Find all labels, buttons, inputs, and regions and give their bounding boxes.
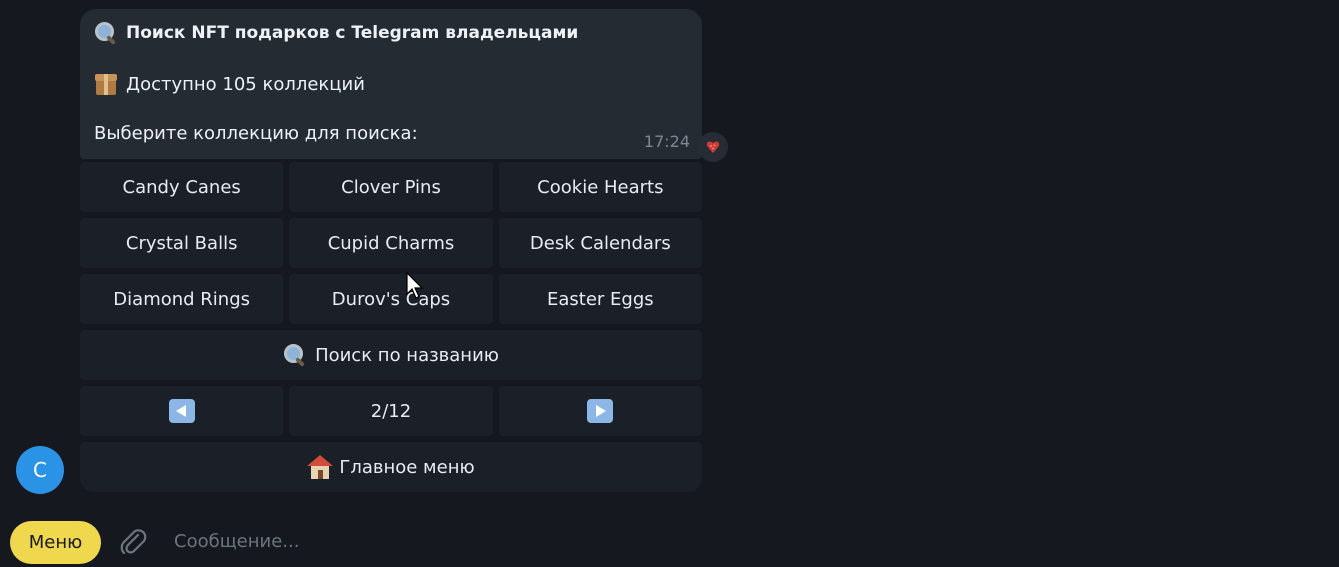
- main-menu-label: Главное меню: [339, 456, 475, 478]
- message-composer: Меню: [0, 514, 1339, 567]
- paperclip-icon[interactable]: [118, 526, 148, 558]
- collection-button-clover-pins[interactable]: Clover Pins: [289, 162, 493, 212]
- collection-button-diamond-rings[interactable]: Diamond Rings: [80, 274, 284, 324]
- collection-button-desk-calendars[interactable]: Desk Calendars: [498, 218, 702, 268]
- avatar[interactable]: C: [16, 446, 64, 494]
- message-choose: Выберите коллекцию для поиска:: [94, 123, 418, 144]
- collection-button-cupid-charms[interactable]: Cupid Charms: [289, 218, 493, 268]
- magnifier-icon: [94, 21, 120, 45]
- collection-button-durovs-caps[interactable]: Durov's Caps: [289, 274, 493, 324]
- message-title-text: Поиск NFT подарков с Telegram владельцам…: [126, 23, 579, 43]
- right-arrow-icon: [587, 399, 614, 423]
- collection-button-crystal-balls[interactable]: Crystal Balls: [80, 218, 284, 268]
- keyboard-row: Поиск по названию: [80, 330, 702, 380]
- main-menu-button[interactable]: Главное меню: [80, 442, 702, 492]
- keyboard-row: Diamond Rings Durov's Caps Easter Eggs: [80, 274, 702, 324]
- keyboard-row: Candy Canes Clover Pins Cookie Hearts: [80, 162, 702, 212]
- message-input[interactable]: [164, 523, 1284, 559]
- menu-button[interactable]: Меню: [10, 521, 101, 564]
- strawberry-heart-icon: [706, 141, 720, 153]
- search-by-name-button[interactable]: Поиск по названию: [80, 330, 702, 380]
- collection-button-cookie-hearts[interactable]: Cookie Hearts: [498, 162, 702, 212]
- message-title: Поиск NFT подарков с Telegram владельцам…: [94, 21, 578, 45]
- message-time: 17:24: [643, 132, 690, 151]
- collection-button-candy-canes[interactable]: Candy Canes: [80, 162, 284, 212]
- mouse-cursor-icon: [406, 272, 424, 299]
- inline-keyboard: Candy Canes Clover Pins Cookie Hearts Cr…: [80, 162, 702, 498]
- collection-button-easter-eggs[interactable]: Easter Eggs: [498, 274, 702, 324]
- message-available: Доступно 105 коллекций: [94, 72, 365, 96]
- keyboard-row: Crystal Balls Cupid Charms Desk Calendar…: [80, 218, 702, 268]
- message-choose-text: Выберите коллекцию для поиска:: [94, 123, 418, 144]
- left-arrow-icon: [168, 399, 195, 423]
- keyboard-row: Главное меню: [80, 442, 702, 492]
- house-icon: [307, 455, 334, 479]
- prev-page-button[interactable]: [80, 386, 284, 436]
- message-reaction[interactable]: [698, 132, 728, 162]
- bot-message-bubble: Поиск NFT подарков с Telegram владельцам…: [80, 9, 702, 159]
- search-by-name-label: Поиск по названию: [315, 344, 499, 366]
- message-available-text: Доступно 105 коллекций: [126, 73, 365, 95]
- keyboard-row: 2/12: [80, 386, 702, 436]
- page-indicator-button[interactable]: 2/12: [289, 386, 493, 436]
- package-icon: [94, 72, 120, 96]
- next-page-button[interactable]: [498, 386, 702, 436]
- chat-area: Поиск NFT подарков с Telegram владельцам…: [0, 0, 1339, 567]
- magnifier-icon: [283, 343, 309, 367]
